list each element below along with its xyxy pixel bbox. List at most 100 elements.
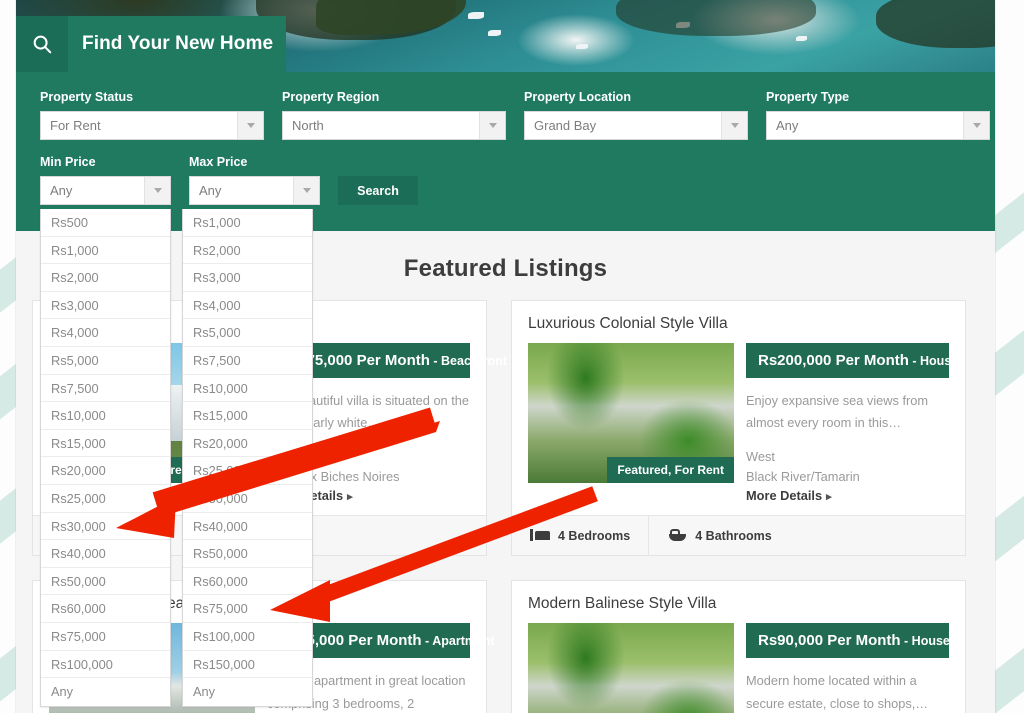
filter-label: Property Region: [282, 90, 380, 104]
dropdown-option[interactable]: Rs30,000: [183, 485, 312, 513]
listing-type-dash: -: [429, 354, 442, 368]
dropdown-option[interactable]: Rs25,000: [41, 485, 170, 513]
dropdown-option[interactable]: Rs7,500: [183, 347, 312, 375]
chevron-down-icon[interactable]: [144, 177, 170, 204]
filter-label: Property Type: [766, 90, 850, 104]
listing-description: Enjoy expansive sea views from almost ev…: [746, 393, 929, 431]
dropdown-option[interactable]: Rs40,000: [41, 540, 170, 568]
bathrooms-label: 4 Bathrooms: [695, 528, 772, 543]
bed-icon: [530, 529, 550, 542]
listing-title: Luxurious Colonial Style Villa: [528, 315, 728, 332]
listing-price-band: Rs200,000 Per Month - House: [746, 343, 958, 378]
listing-description: Modern home located within a secure esta…: [746, 673, 929, 711]
dropdown-option[interactable]: Rs3,000: [41, 292, 170, 320]
dropdown-option[interactable]: Rs2,000: [41, 264, 170, 292]
listing-thumbnail[interactable]: Featured, For Rent: [528, 623, 734, 713]
more-details-link[interactable]: More Details▸: [746, 488, 949, 503]
more-details-label: More Details: [746, 488, 823, 504]
min-price-select[interactable]: Any: [40, 176, 171, 205]
dropdown-option[interactable]: Rs50,000: [183, 540, 312, 568]
dropdown-option[interactable]: Rs1,000: [183, 209, 312, 237]
min-price-value: Any: [50, 183, 73, 198]
listing-footer: 4 Bedrooms 4 Bathrooms: [512, 515, 965, 556]
dropdown-option[interactable]: Any: [41, 678, 170, 706]
status-badge: Featured, For Rent: [607, 457, 734, 483]
chevron-down-icon[interactable]: [237, 112, 263, 139]
dropdown-option[interactable]: Rs100,000: [41, 651, 170, 679]
max-price-select[interactable]: Any: [189, 176, 320, 205]
dropdown-option[interactable]: Rs4,000: [41, 319, 170, 347]
listing-card[interactable]: Modern Balinese Style Villa Featured, Fo…: [511, 580, 966, 713]
bath-icon: [667, 529, 687, 542]
chevron-down-icon[interactable]: [963, 112, 989, 139]
dropdown-option[interactable]: Rs15,000: [183, 402, 312, 430]
dropdown-option[interactable]: Rs20,000: [41, 457, 170, 485]
dropdown-option[interactable]: Rs10,000: [41, 402, 170, 430]
listing-card[interactable]: Luxurious Colonial Style Villa Featured,…: [511, 300, 966, 557]
filter-form: Property Status For Rent Property Region…: [16, 72, 995, 231]
dropdown-option[interactable]: Rs10,000: [183, 375, 312, 403]
dropdown-option[interactable]: Rs100,000: [183, 623, 312, 651]
min-price-dropdown-list[interactable]: Rs500 Rs1,000 Rs2,000 Rs3,000 Rs4,000 Rs5,000…: [40, 209, 171, 707]
property-status-select[interactable]: For Rent: [40, 111, 264, 140]
dropdown-option[interactable]: Rs2,000: [183, 237, 312, 265]
max-price-dropdown-list[interactable]: Rs1,000 Rs2,000 Rs3,000 Rs4,000 Rs5,000 Rs7,5…: [182, 209, 313, 707]
dropdown-option[interactable]: Rs15,000: [41, 430, 170, 458]
property-region-select[interactable]: North: [282, 111, 506, 140]
dropdown-option[interactable]: Rs40,000: [183, 513, 312, 541]
dropdown-option[interactable]: Rs500: [41, 209, 170, 237]
listing-price-band: Rs90,000 Per Month - House: [746, 623, 950, 659]
bathrooms-info: 4 Bathrooms: [649, 516, 789, 555]
dropdown-option[interactable]: Rs50,000: [41, 568, 170, 596]
filter-property-location: Property Location Grand Bay: [524, 90, 748, 140]
filter-label: Property Status: [40, 90, 134, 104]
filter-row-price: Min Price Any Max Price Any Search: [40, 155, 971, 205]
bedrooms-info: 4 Bedrooms: [512, 516, 650, 556]
property-location-select[interactable]: Grand Bay: [524, 111, 748, 140]
dropdown-option[interactable]: Rs30,000: [41, 513, 170, 541]
search-panel: Find Your New Home Property Status For R…: [16, 16, 995, 231]
dropdown-option[interactable]: Rs4,000: [183, 292, 312, 320]
max-price-value: Any: [199, 183, 222, 198]
property-region-value: North: [292, 118, 324, 133]
chevron-right-icon: ▸: [347, 491, 353, 504]
listing-title: Modern Balinese Style Villa: [528, 595, 717, 613]
listing-region: West: [746, 448, 775, 464]
dropdown-option[interactable]: Rs75,000: [183, 595, 312, 623]
dropdown-option[interactable]: Rs5,000: [41, 347, 170, 375]
filter-label: Max Price: [189, 155, 248, 169]
dropdown-option[interactable]: Rs3,000: [183, 264, 312, 292]
chevron-down-icon[interactable]: [721, 112, 747, 139]
listing-type-dash: -: [908, 354, 921, 368]
property-type-select[interactable]: Any: [766, 111, 990, 140]
filter-property-type: Property Type Any: [766, 90, 990, 140]
dropdown-option[interactable]: Rs5,000: [183, 319, 312, 347]
dropdown-option[interactable]: Rs1,000: [41, 237, 170, 265]
filter-row-top: Property Status For Rent Property Region…: [40, 90, 990, 140]
listing-location: Black River/Tamarin: [746, 468, 860, 484]
search-header: Find Your New Home: [16, 16, 286, 72]
chevron-down-icon[interactable]: [293, 177, 319, 204]
listing-thumbnail[interactable]: Featured, For Rent: [528, 343, 734, 483]
filter-label: Property Location: [524, 90, 631, 104]
dropdown-option[interactable]: Rs60,000: [41, 595, 170, 623]
dropdown-option[interactable]: Rs60,000: [183, 568, 312, 596]
dropdown-option[interactable]: Rs20,000: [183, 430, 312, 458]
listing-type: House: [911, 634, 950, 649]
dropdown-option[interactable]: Rs75,000: [41, 623, 170, 651]
search-button[interactable]: Search: [338, 176, 418, 205]
search-icon[interactable]: [16, 16, 68, 72]
dropdown-option[interactable]: Rs7,500: [41, 375, 170, 403]
dropdown-option[interactable]: Rs25,000: [183, 457, 312, 485]
dropdown-option[interactable]: Rs150,000: [183, 651, 312, 679]
listing-type-dash: -: [421, 634, 433, 649]
filter-max-price: Max Price Any: [189, 155, 320, 205]
property-status-value: For Rent: [50, 118, 101, 133]
dropdown-option[interactable]: Any: [183, 678, 312, 706]
listing-type: House: [920, 354, 959, 368]
chevron-right-icon: ▸: [826, 491, 832, 504]
listing-type-dash: -: [900, 634, 912, 649]
chevron-down-icon[interactable]: [479, 112, 505, 139]
listing-price: Rs90,000 Per Month: [758, 632, 901, 650]
listing-price: Rs200,000 Per Month: [758, 352, 909, 369]
